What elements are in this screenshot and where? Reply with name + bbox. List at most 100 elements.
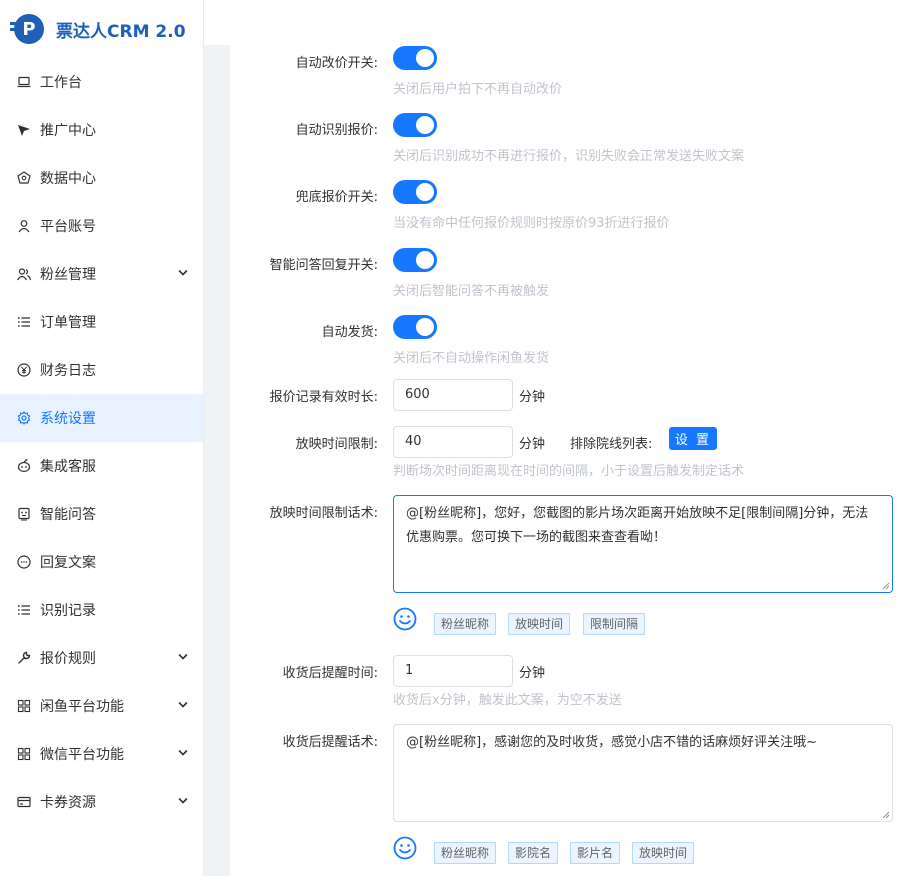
smart-qa-reply-hint: 关闭后智能问答不再被触发 [393,284,550,299]
fallback-quote-label: 兜底报价开关: [295,190,378,205]
sidebar-item-label: 订单管理 [40,315,96,331]
emoji-icon[interactable] [393,836,417,860]
sidebar-item-label: 粉丝管理 [40,267,96,283]
sidebar-item[interactable]: 平台账号 [0,202,203,250]
chevron-down-icon [177,651,189,663]
show-time-limit-input[interactable]: 40 [393,426,513,458]
exclude-cinema-set-button[interactable]: 设 置 [669,427,717,450]
gear-icon [17,411,31,425]
show-time-limit-script-textarea[interactable]: @[粉丝昵称]，您好，您截图的影片场次距离开始放映不足[限制间隔]分钟，无法优惠… [393,495,893,593]
resize-handle-icon[interactable] [882,582,890,590]
tag-show-time[interactable]: 放映时间 [508,613,571,635]
sidebar-item-label: 智能问答 [40,507,96,523]
sidebar-item[interactable]: 财务日志 [0,346,203,394]
emoji-icon[interactable] [393,607,417,631]
sidebar-item-label: 集成客服 [40,459,96,475]
post-receipt-reminder-time-unit: 分钟 [519,666,546,681]
sidebar-item-label: 财务日志 [40,363,96,379]
auto-recognize-quote-switch[interactable] [393,113,437,137]
post-receipt-reminder-script-label: 收货后提醒话术: [282,735,378,750]
chat-icon [17,555,31,569]
sidebar-item[interactable]: 系统设置 [0,394,203,442]
auto-price-change-hint: 关闭后用户拍下不再自动改价 [393,82,563,97]
sidebar-item[interactable]: 智能问答 [0,490,203,538]
sidebar-menu: 工作台推广中心数据中心平台账号粉丝管理订单管理财务日志系统设置集成客服智能问答回… [0,58,203,826]
show-time-limit-hint: 判断场次时间距离现在时间的间隔，小于设置后触发制定话术 [393,464,745,479]
laptop-icon [17,75,31,89]
tag-limit-interval[interactable]: 限制间隔 [583,613,646,635]
chevron-down-icon [177,699,189,711]
app-title: 票达人CRM 2.0 [56,21,186,42]
post-receipt-reminder-time-hint: 收货后x分钟，触发此文案，为空不发送 [393,693,622,708]
auto-recognize-quote-hint: 关闭后识别成功不再进行报价，识别失败会正常发送失败文案 [393,149,745,164]
smart-qa-reply-label: 智能问答回复开关: [269,258,378,273]
grid-icon [17,747,31,761]
tag-fan-nickname[interactable]: 粉丝昵称 [434,613,497,635]
auto-price-change-switch[interactable] [393,46,437,70]
sidebar-item[interactable]: 数据中心 [0,154,203,202]
card-icon [17,795,31,809]
logo-icon: P [10,14,44,44]
sidebar-item[interactable]: 微信平台功能 [0,730,203,778]
list-icon [17,315,31,329]
show-time-limit-script-text: @[粉丝昵称]，您好，您截图的影片场次距离开始放映不足[限制间隔]分钟，无法优惠… [406,506,869,545]
auto-recognize-quote-label: 自动识别报价: [295,123,378,138]
list-icon [17,603,31,617]
tag-show-time[interactable]: 放映时间 [632,842,695,864]
chevron-down-icon [177,267,189,279]
sidebar-item-label: 系统设置 [40,411,96,427]
quote-valid-duration-input[interactable]: 600 [393,379,513,411]
sidebar-item[interactable]: 闲鱼平台功能 [0,682,203,730]
show-time-limit-label: 放映时间限制: [295,437,378,452]
sidebar-item[interactable]: 集成客服 [0,442,203,490]
tag-movie-name[interactable]: 影片名 [570,842,621,864]
user-icon [17,219,31,233]
tag-cinema-name[interactable]: 影院名 [508,842,559,864]
auto-ship-switch[interactable] [393,315,437,339]
sidebar-item-label: 回复文案 [40,555,96,571]
post-receipt-reminder-time-input[interactable]: 1 [393,655,513,687]
sidebar-item-label: 卡券资源 [40,795,96,811]
auto-ship-hint: 关闭后不自动操作闲鱼发货 [393,351,550,366]
grid-icon [17,699,31,713]
sidebar-item[interactable]: 回复文案 [0,538,203,586]
show-time-limit-unit: 分钟 [519,437,546,452]
exclude-cinema-list-label: 排除院线列表: [570,437,653,452]
sidebar-item[interactable]: 识别记录 [0,586,203,634]
sidebar-item[interactable]: 粉丝管理 [0,250,203,298]
logo[interactable]: P 票达人CRM 2.0 [0,0,203,58]
fallback-quote-switch[interactable] [393,180,437,204]
chevron-down-icon [177,795,189,807]
show-time-limit-script-label: 放映时间限制话术: [269,506,378,521]
users-icon [17,267,31,281]
sidebar-item[interactable]: 工作台 [0,58,203,106]
fallback-quote-hint: 当没有命中任何报价规则时按原价93折进行报价 [393,216,670,231]
sidebar-item-label: 推广中心 [40,123,96,139]
sidebar-item[interactable]: 报价规则 [0,634,203,682]
smart-qa-reply-switch[interactable] [393,248,437,272]
auto-price-change-label: 自动改价开关: [295,56,378,71]
chevron-down-icon [177,747,189,759]
quote-valid-duration-unit: 分钟 [519,390,546,405]
post-receipt-reminder-script-textarea[interactable]: @[粉丝昵称]，感谢您的及时收货，感觉小店不错的话麻烦好评关注哦~ [393,724,893,822]
resize-handle-icon[interactable] [882,811,890,819]
robot-face-icon [17,507,31,521]
sidebar-item-label: 平台账号 [40,219,96,235]
tag-fan-nickname[interactable]: 粉丝昵称 [434,842,497,864]
settings-form: 自动改价开关: 关闭后用户拍下不再自动改价 自动识别报价: 关闭后识别成功不再进… [230,45,921,876]
post-receipt-reminder-script-text: @[粉丝昵称]，感谢您的及时收货，感觉小店不错的话麻烦好评关注哦~ [406,735,818,750]
wrench-icon [17,651,31,665]
top-bar [204,0,921,45]
sidebar-item[interactable]: 卡券资源 [0,778,203,826]
sidebar-item[interactable]: 订单管理 [0,298,203,346]
sidebar-item-label: 闲鱼平台功能 [40,699,124,715]
sidebar-item[interactable]: 推广中心 [0,106,203,154]
sidebar-item-label: 报价规则 [40,651,96,667]
gem-icon [17,171,31,185]
sidebar-item-label: 工作台 [40,75,82,91]
sidebar-item-label: 识别记录 [40,603,96,619]
auto-ship-label: 自动发货: [321,325,378,340]
quote-valid-duration-label: 报价记录有效时长: [269,390,378,405]
send-icon [17,123,31,137]
sidebar: P 票达人CRM 2.0 工作台推广中心数据中心平台账号粉丝管理订单管理财务日志… [0,0,204,876]
